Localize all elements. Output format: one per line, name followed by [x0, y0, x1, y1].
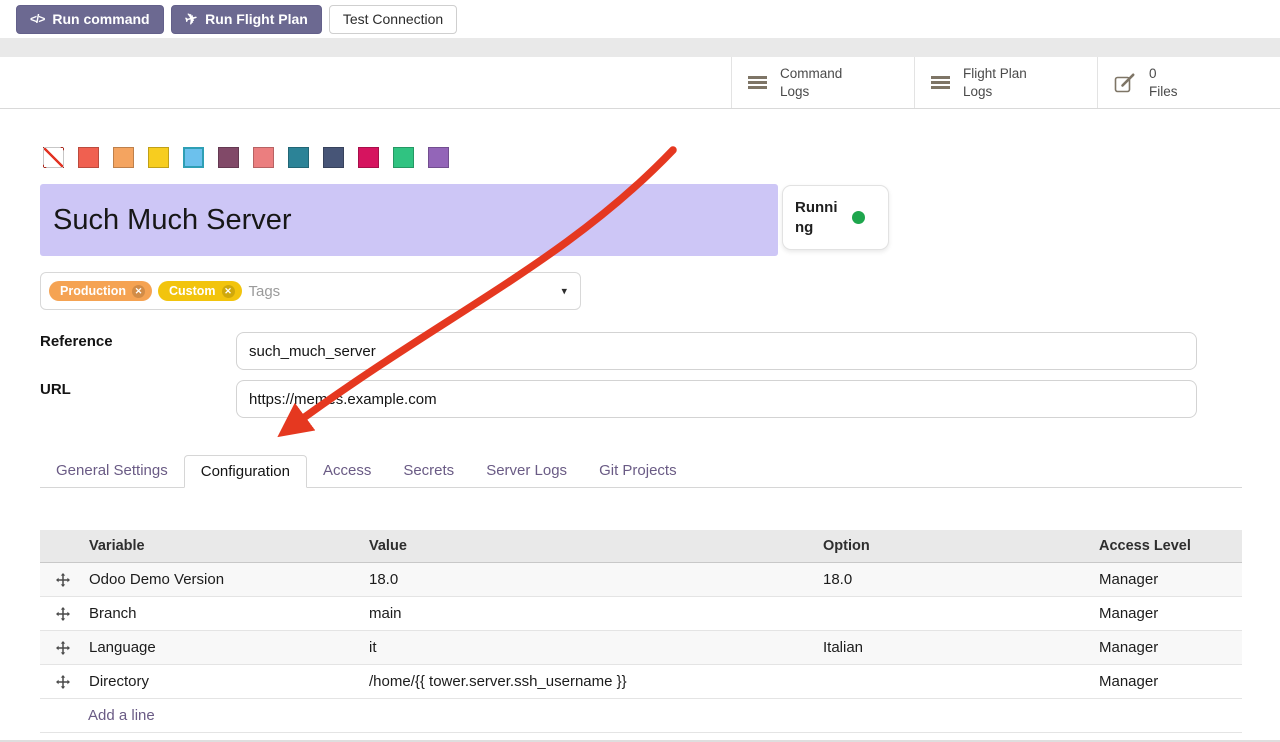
table-header: Variable Value Option Access Level: [40, 530, 1242, 563]
table-row[interactable]: Odoo Demo Version 18.0 18.0 Manager: [40, 563, 1242, 597]
color-swatch[interactable]: [323, 147, 344, 168]
run-command-button[interactable]: </> Run command: [16, 5, 164, 34]
tags-field[interactable]: Production ✕ Custom ✕ Tags ▾: [40, 272, 581, 310]
list-icon: [748, 76, 767, 89]
cell-value: it: [366, 639, 820, 656]
run-flight-plan-label: Run Flight Plan: [205, 11, 308, 27]
top-toolbar: </> Run command ✈ Run Flight Plan Test C…: [0, 0, 1280, 38]
cell-access-level: Manager: [1096, 571, 1242, 588]
color-swatch[interactable]: [78, 147, 99, 168]
color-swatch[interactable]: [218, 147, 239, 168]
paper-plane-icon: ✈: [183, 9, 200, 30]
test-connection-button[interactable]: Test Connection: [329, 5, 457, 34]
tag-label: Custom: [169, 284, 216, 298]
status-label: Running: [795, 198, 843, 237]
move-icon: [56, 573, 70, 587]
drag-handle[interactable]: [40, 641, 86, 655]
color-swatch[interactable]: [148, 147, 169, 168]
tab-general-settings[interactable]: General Settings: [40, 455, 184, 487]
dropdown-caret-icon[interactable]: ▾: [561, 285, 567, 298]
color-swatch[interactable]: [253, 147, 274, 168]
record-name: Such Much Server: [53, 204, 292, 237]
tab-access[interactable]: Access: [307, 455, 387, 487]
table-row[interactable]: Language it Italian Manager: [40, 631, 1242, 665]
list-icon: [931, 76, 950, 89]
notebook-tabs: General Settings Configuration Access Se…: [40, 455, 1242, 488]
drag-handle[interactable]: [40, 573, 86, 587]
edit-icon: [1114, 72, 1136, 94]
color-swatch[interactable]: [393, 147, 414, 168]
tab-secrets[interactable]: Secrets: [387, 455, 470, 487]
files-label: 0 Files: [1149, 65, 1178, 100]
flight-plan-logs-button[interactable]: Flight Plan Logs: [914, 57, 1097, 108]
cell-variable: Directory: [86, 673, 366, 690]
server-form-page: </> Run command ✈ Run Flight Plan Test C…: [0, 0, 1280, 742]
cell-value: /home/{{ tower.server.ssh_username }}: [366, 673, 820, 690]
cell-option: Italian: [820, 639, 1096, 656]
move-icon: [56, 675, 70, 689]
color-swatch[interactable]: [358, 147, 379, 168]
cell-variable: Language: [86, 639, 366, 656]
tag-remove-icon[interactable]: ✕: [132, 285, 145, 298]
table-row[interactable]: Branch main Manager: [40, 597, 1242, 631]
add-line-link[interactable]: Add a line: [40, 699, 1242, 733]
column-header-variable: Variable: [86, 538, 366, 554]
drag-handle[interactable]: [40, 607, 86, 621]
tab-configuration[interactable]: Configuration: [184, 455, 307, 488]
color-swatch[interactable]: [428, 147, 449, 168]
reference-input[interactable]: [236, 332, 1197, 370]
command-logs-button[interactable]: Command Logs: [731, 57, 914, 108]
tab-git-projects[interactable]: Git Projects: [583, 455, 693, 487]
move-icon: [56, 607, 70, 621]
color-swatch[interactable]: [113, 147, 134, 168]
status-button[interactable]: Running: [782, 185, 889, 250]
drag-handle[interactable]: [40, 675, 86, 689]
cell-variable: Branch: [86, 605, 366, 622]
configuration-table: Variable Value Option Access Level Odoo …: [40, 530, 1242, 733]
tag-pill[interactable]: Production ✕: [49, 281, 152, 301]
stat-buttons: Command Logs Flight Plan Logs 0 Files: [731, 57, 1280, 108]
column-header-option: Option: [820, 538, 1096, 554]
header-band: Command Logs Flight Plan Logs 0 Files: [0, 57, 1280, 109]
column-header-access-level: Access Level: [1096, 538, 1242, 554]
color-swatch[interactable]: [288, 147, 309, 168]
url-input[interactable]: [236, 380, 1197, 418]
cell-access-level: Manager: [1096, 673, 1242, 690]
column-header-value: Value: [366, 538, 820, 554]
url-label: URL: [40, 381, 71, 399]
run-command-label: Run command: [52, 11, 149, 27]
table-body: Odoo Demo Version 18.0 18.0 Manager Bran…: [40, 563, 1242, 699]
tags-list: Production ✕ Custom ✕: [49, 281, 242, 301]
status-dot: [852, 211, 865, 224]
tag-label: Production: [60, 284, 126, 298]
files-button[interactable]: 0 Files: [1097, 57, 1280, 108]
tab-server-logs[interactable]: Server Logs: [470, 455, 583, 487]
move-icon: [56, 641, 70, 655]
command-logs-label: Command Logs: [780, 65, 842, 100]
cell-value: 18.0: [366, 571, 820, 588]
tags-placeholder: Tags: [249, 283, 281, 300]
cell-access-level: Manager: [1096, 605, 1242, 622]
color-swatch[interactable]: [183, 147, 204, 168]
color-swatch-none[interactable]: [43, 147, 64, 168]
code-icon: </>: [30, 12, 44, 26]
reference-label: Reference: [40, 333, 113, 351]
tag-remove-icon[interactable]: ✕: [222, 285, 235, 298]
flight-plan-logs-label: Flight Plan Logs: [963, 65, 1027, 100]
cell-option: 18.0: [820, 571, 1096, 588]
cell-value: main: [366, 605, 820, 622]
color-picker: [43, 147, 449, 168]
table-row[interactable]: Directory /home/{{ tower.server.ssh_user…: [40, 665, 1242, 699]
record-name-box[interactable]: Such Much Server: [40, 184, 778, 256]
cell-variable: Odoo Demo Version: [86, 571, 366, 588]
breadcrumb-strip: [0, 38, 1280, 57]
tag-pill[interactable]: Custom ✕: [158, 281, 242, 301]
cell-access-level: Manager: [1096, 639, 1242, 656]
run-flight-plan-button[interactable]: ✈ Run Flight Plan: [171, 5, 322, 34]
